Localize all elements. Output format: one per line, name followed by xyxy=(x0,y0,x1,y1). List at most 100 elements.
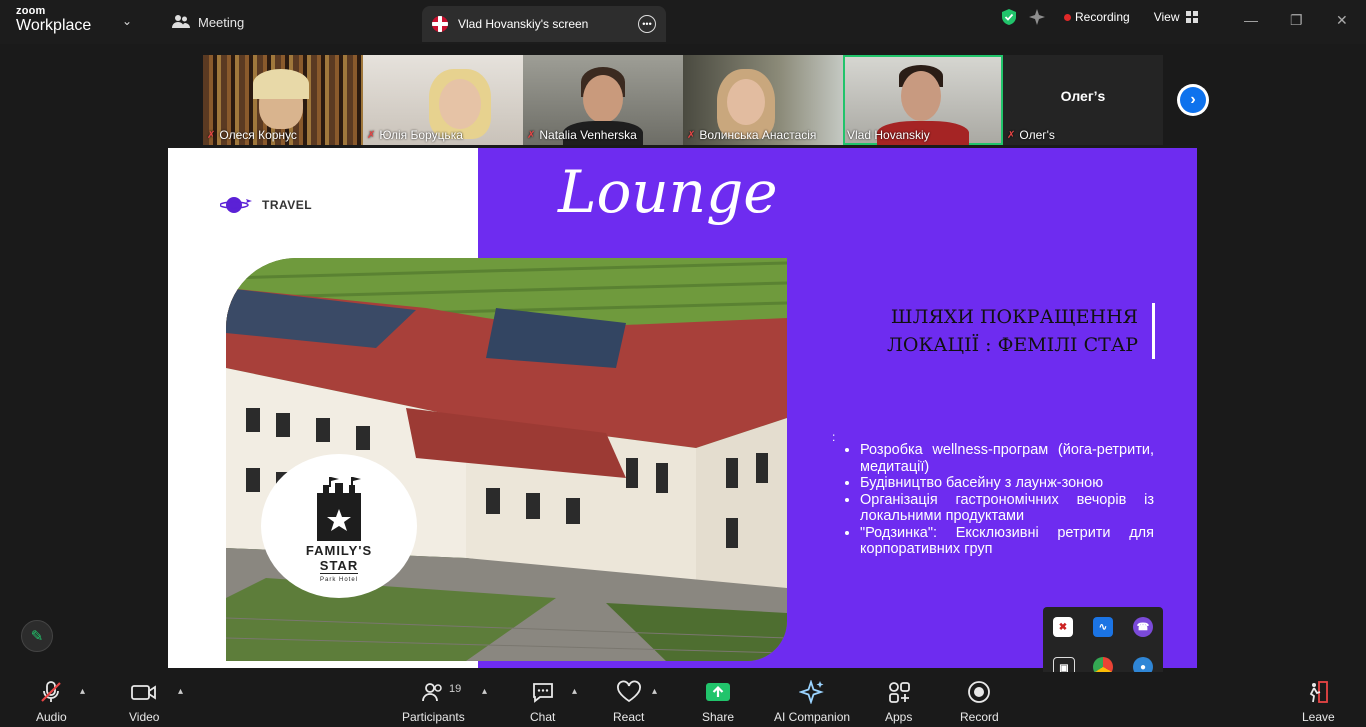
participant-tile-no-video[interactable]: Олег’s ✗ Олег's xyxy=(1003,55,1163,145)
video-button[interactable]: Video xyxy=(129,680,159,724)
travel-brand: TRAVEL xyxy=(220,196,312,214)
meeting-toolbar: Audio ▴ Video ▴ Participants 19 ▴ Chat ▴… xyxy=(0,672,1366,727)
participant-tile[interactable]: ✗ Natalia Venherska xyxy=(523,55,683,145)
video-camera-icon xyxy=(131,680,157,704)
chat-label: Chat xyxy=(530,710,556,724)
mic-muted-icon: ✗ xyxy=(207,129,216,141)
meeting-status: Recording View xyxy=(1000,8,1198,26)
security-shield-icon[interactable] xyxy=(1000,8,1018,26)
annotate-pen-button[interactable]: ✎ xyxy=(21,620,53,652)
participant-tile[interactable]: ✗ Волинська Анастасія xyxy=(683,55,843,145)
participant-face xyxy=(439,79,481,129)
travel-brand-text: TRAVEL xyxy=(262,198,313,212)
slide-colon: : xyxy=(832,430,836,444)
heart-icon xyxy=(616,680,642,704)
slide-bullet-list: Розробка wellness-програм (йога-ретрити,… xyxy=(844,442,1154,558)
chat-bubble-icon xyxy=(531,680,555,704)
next-page-button[interactable]: › xyxy=(1177,84,1209,116)
participant-face xyxy=(901,71,941,121)
title-bar: zoom Workplace ⌄ Meeting Vlad Hovanskiy'… xyxy=(0,0,1366,44)
maximize-icon[interactable]: ❐ xyxy=(1290,12,1303,29)
share-screen-icon xyxy=(705,680,731,704)
participant-name: Vlad Hovanskiy xyxy=(847,128,930,142)
familys-star-logo: FAMILY'S STAR Park Hotel xyxy=(261,454,417,598)
ai-companion-button[interactable]: AI Companion xyxy=(774,680,850,724)
react-label: React xyxy=(613,710,645,724)
slide-heading: ШЛЯХИ ПОКРАЩЕННЯ ЛОКАЦІЇ : ФЕМІЛІ СТАР xyxy=(788,303,1155,359)
uk-flag-icon xyxy=(432,16,448,32)
mic-muted-icon: ✗ xyxy=(687,129,696,141)
chevron-down-icon[interactable]: ⌄ xyxy=(122,14,132,28)
shield-x-icon[interactable]: ✖ xyxy=(1053,617,1073,637)
participant-name: ✗ Natalia Venherska xyxy=(527,128,637,142)
recording-indicator[interactable]: Recording xyxy=(1064,10,1130,24)
participant-name-text: Vlad Hovanskiy xyxy=(847,128,930,142)
tab-meeting-label: Meeting xyxy=(198,14,245,30)
apps-icon xyxy=(887,680,911,704)
participant-display-name: Олег’s xyxy=(1060,88,1106,104)
participant-tile-active-speaker[interactable]: Vlad Hovanskiy xyxy=(843,55,1003,145)
participant-tile[interactable]: ✗ Юлія Боруцька xyxy=(363,55,523,145)
planet-plane-icon xyxy=(220,197,252,213)
grid-view-icon xyxy=(1185,11,1198,23)
tab-shared-screen-label: Vlad Hovanskiy's screen xyxy=(458,17,589,31)
record-icon xyxy=(967,680,991,704)
participant-name-text: Natalia Venherska xyxy=(539,128,637,142)
participants-count: 19 xyxy=(449,683,462,695)
castle-family-icon xyxy=(317,477,361,541)
participant-name-text: Олеся Корнус xyxy=(219,128,297,142)
close-icon[interactable]: ✕ xyxy=(1336,12,1348,29)
react-button[interactable]: React xyxy=(613,680,644,724)
more-options-icon[interactable]: ••• xyxy=(638,15,656,33)
shared-screen-slide: TRAVEL Lounge FAMILY'S STAR Park Hotel Ш… xyxy=(168,148,1197,668)
waves-app-icon[interactable]: ∿ xyxy=(1093,617,1113,637)
share-button[interactable]: Share xyxy=(702,680,734,724)
apps-button[interactable]: Apps xyxy=(885,680,912,724)
slide-heading-line1: ШЛЯХИ ПОКРАЩЕННЯ xyxy=(890,306,1138,328)
view-button[interactable]: View xyxy=(1154,10,1198,24)
meeting-people-icon xyxy=(172,15,190,28)
participant-name: ✗ Олег's xyxy=(1007,128,1055,142)
view-label: View xyxy=(1153,10,1180,24)
pencil-icon: ✎ xyxy=(30,628,44,645)
recording-dot-icon xyxy=(1064,14,1071,21)
bullet-item: Будівництво басейну з лаунж-зоною xyxy=(860,475,1154,492)
logo-zoom-text: zoom xyxy=(16,5,46,17)
logo-line3: Park Hotel xyxy=(319,577,358,583)
lounge-script-title: Lounge xyxy=(558,158,778,226)
bullet-item: Організація гастрономічних вечорів із ло… xyxy=(860,492,1154,525)
hotel-photo: FAMILY'S STAR Park Hotel xyxy=(226,258,787,661)
participant-name-text: Олег's xyxy=(1019,128,1055,142)
participant-name-text: Юлія Боруцька xyxy=(379,128,463,142)
participants-icon xyxy=(421,680,445,704)
leave-label: Leave xyxy=(1302,710,1335,724)
viber-icon[interactable]: ☎ xyxy=(1133,617,1153,637)
chat-options-caret-icon[interactable]: ▴ xyxy=(572,686,577,697)
ai-sparkle-icon xyxy=(799,680,825,704)
chevron-right-icon: › xyxy=(1180,87,1206,113)
logo-workplace-text: Workplace xyxy=(16,17,92,34)
audio-button[interactable]: Audio xyxy=(36,680,67,724)
participants-options-caret-icon[interactable]: ▴ xyxy=(482,686,487,697)
ai-sparkle-icon[interactable] xyxy=(1028,8,1046,26)
chat-button[interactable]: Chat xyxy=(530,680,555,724)
leave-door-icon xyxy=(1306,680,1330,704)
record-button[interactable]: Record xyxy=(960,680,999,724)
video-label: Video xyxy=(129,710,160,724)
record-label: Record xyxy=(960,710,999,724)
participant-name-text: Волинська Анастасія xyxy=(699,128,817,142)
zoom-workplace-logo[interactable]: zoom Workplace xyxy=(16,6,91,34)
participant-hair xyxy=(253,69,309,99)
participant-face xyxy=(727,79,765,125)
share-label: Share xyxy=(702,710,735,724)
audio-options-caret-icon[interactable]: ▴ xyxy=(80,686,85,697)
leave-button[interactable]: Leave xyxy=(1302,680,1335,724)
minimize-icon[interactable]: — xyxy=(1244,12,1258,28)
participant-tile[interactable]: ✗ Олеся Корнус xyxy=(203,55,363,145)
mic-muted-icon: ✗ xyxy=(527,129,536,141)
participant-strip: ✗ Олеся Корнус ✗ Юлія Боруцька ✗ Natalia Ve… xyxy=(203,55,1163,145)
react-options-caret-icon[interactable]: ▴ xyxy=(652,686,657,697)
video-options-caret-icon[interactable]: ▴ xyxy=(178,686,183,697)
tab-meeting[interactable]: Meeting xyxy=(172,14,244,30)
tab-shared-screen[interactable]: Vlad Hovanskiy's screen ••• xyxy=(422,6,666,42)
